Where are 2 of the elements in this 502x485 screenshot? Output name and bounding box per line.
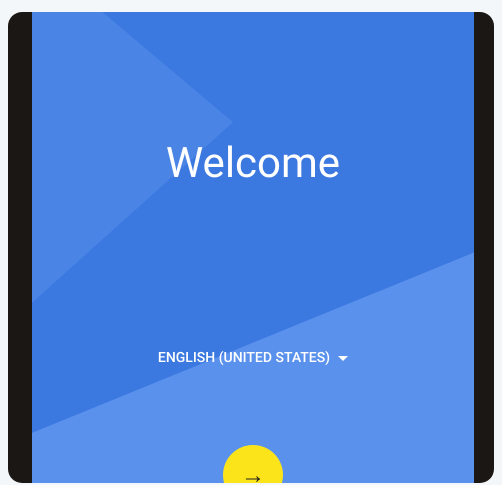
- dropdown-caret-icon: [338, 356, 348, 362]
- title: Welcome: [166, 140, 340, 188]
